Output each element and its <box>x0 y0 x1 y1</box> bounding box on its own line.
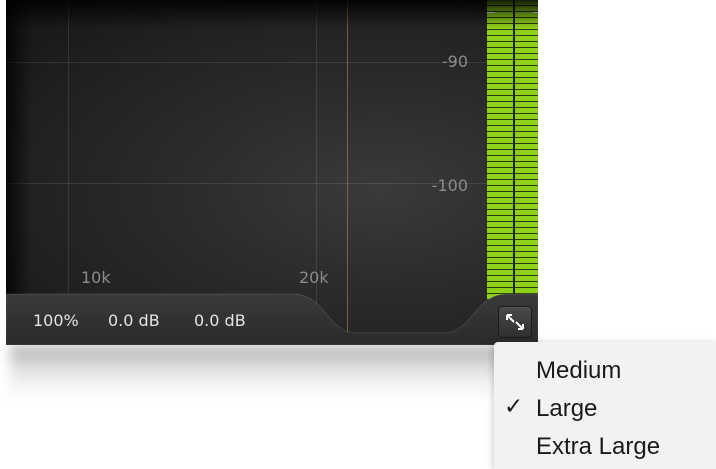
panel-drop-shadow <box>10 345 540 400</box>
size-menu: Medium ✓ Large Extra Large <box>494 342 716 469</box>
gain-value[interactable]: 0.0 dB <box>108 311 160 330</box>
zoom-value[interactable]: 100% <box>33 311 79 330</box>
resize-expand-icon <box>506 314 524 330</box>
checkmark-icon: ✓ <box>504 394 524 420</box>
status-bar <box>6 293 538 345</box>
menu-item-medium[interactable]: Medium <box>494 351 716 389</box>
resize-button[interactable] <box>498 306 532 338</box>
menu-item-large[interactable]: ✓ Large <box>494 389 716 427</box>
output-gain-value[interactable]: 0.0 dB <box>194 311 246 330</box>
spectrum-display[interactable]: -90 -100 10k 20k 100% 0.0 dB 0.0 dB <box>6 0 538 345</box>
menu-item-extra-large[interactable]: Extra Large <box>494 427 716 465</box>
